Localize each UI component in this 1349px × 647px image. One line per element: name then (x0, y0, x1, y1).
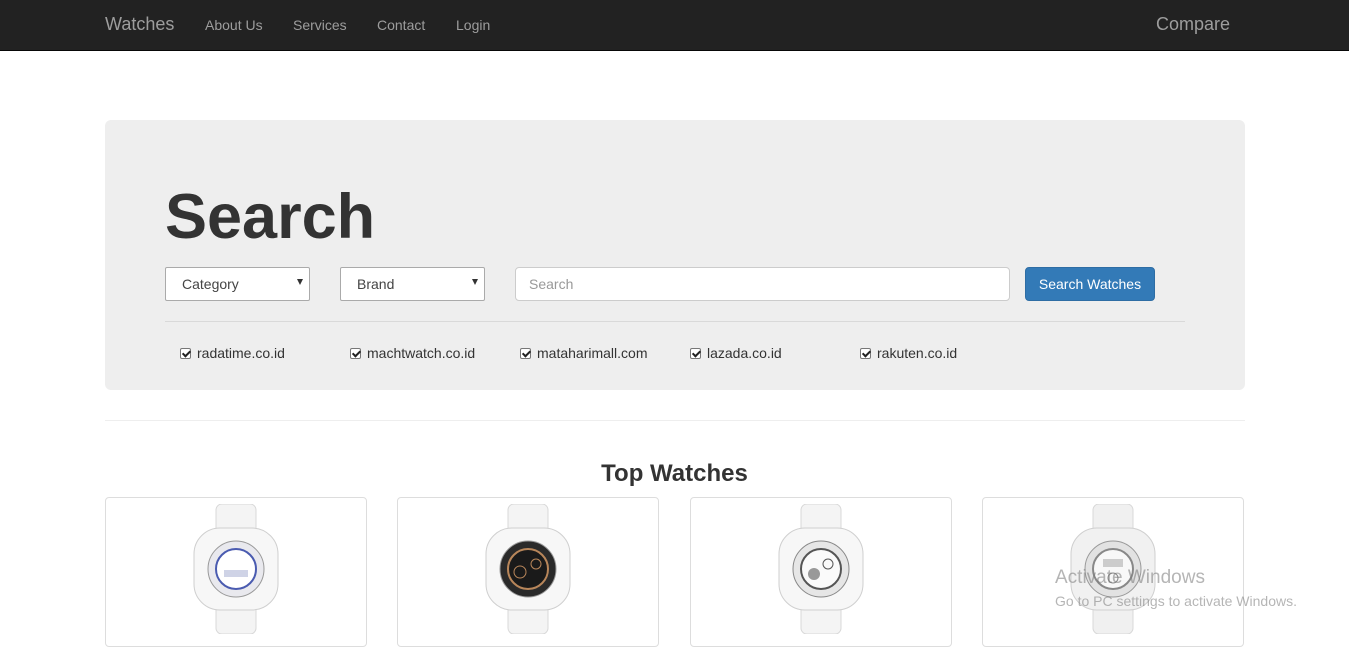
store-checkbox-lazada[interactable]: lazada.co.id (690, 345, 782, 361)
chevron-down-icon (472, 279, 478, 285)
search-input-placeholder: Search (529, 276, 574, 292)
search-title: Search (165, 182, 376, 252)
store-label: rakuten.co.id (877, 345, 958, 361)
search-watches-button[interactable]: Search Watches (1025, 267, 1155, 301)
brand-link[interactable]: Watches (105, 14, 174, 35)
divider (165, 321, 1185, 322)
watch-card-1[interactable] (105, 497, 367, 647)
nav-contact[interactable]: Contact (377, 17, 425, 33)
watch-image[interactable] (1063, 504, 1163, 634)
top-navbar: Watches About Us Services Contact Login … (0, 0, 1349, 51)
store-label: lazada.co.id (707, 345, 782, 361)
store-checkbox-machtwatch[interactable]: machtwatch.co.id (350, 345, 475, 361)
watch-image[interactable] (478, 504, 578, 634)
search-input[interactable]: Search (515, 267, 1010, 301)
store-label: machtwatch.co.id (367, 345, 476, 361)
nav-about-us[interactable]: About Us (205, 17, 263, 33)
watch-card-2[interactable] (397, 497, 659, 647)
brand-select-value: Brand (357, 276, 395, 292)
checkbox-checked-icon[interactable] (520, 348, 531, 359)
store-checkbox-radatime[interactable]: radatime.co.id (180, 345, 285, 361)
nav-compare[interactable]: Compare (1156, 14, 1230, 35)
store-label: mataharimall.com (537, 345, 648, 361)
category-select[interactable]: Category (165, 267, 310, 301)
checkbox-checked-icon[interactable] (350, 348, 361, 359)
chevron-down-icon (297, 279, 303, 285)
store-label: radatime.co.id (197, 345, 285, 361)
watch-image[interactable] (771, 504, 871, 634)
checkbox-checked-icon[interactable] (180, 348, 191, 359)
category-select-value: Category (182, 276, 239, 292)
watch-card-3[interactable] (690, 497, 952, 647)
checkbox-checked-icon[interactable] (690, 348, 701, 359)
brand-select[interactable]: Brand (340, 267, 485, 301)
nav-services[interactable]: Services (293, 17, 347, 33)
watch-card-4[interactable] (982, 497, 1244, 647)
store-checkbox-rakuten[interactable]: rakuten.co.id (860, 345, 957, 361)
section-divider (105, 420, 1245, 421)
watch-image[interactable] (186, 504, 286, 634)
top-watches-title: Top Watches (601, 460, 748, 487)
search-panel: Search Category Brand Search Search Watc… (105, 120, 1245, 390)
checkbox-checked-icon[interactable] (860, 348, 871, 359)
nav-login[interactable]: Login (456, 17, 490, 33)
store-checkbox-mataharimall[interactable]: mataharimall.com (520, 345, 647, 361)
